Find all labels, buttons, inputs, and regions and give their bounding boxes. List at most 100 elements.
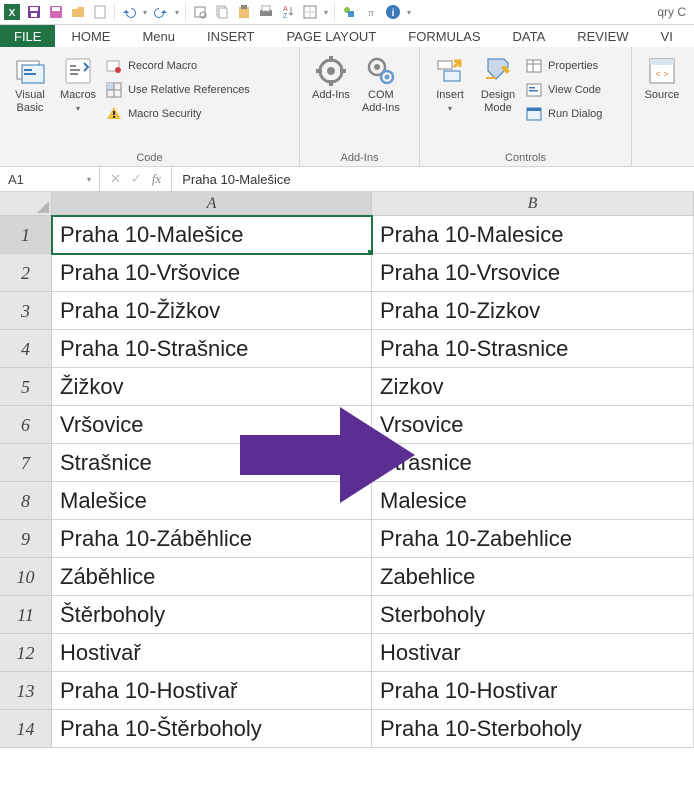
insert-control-button[interactable]: Insert ▾: [428, 53, 472, 115]
view-code-icon: [526, 82, 542, 98]
com-addins-button[interactable]: COM Add-Ins: [358, 53, 404, 116]
open-icon[interactable]: [70, 4, 86, 20]
name-box[interactable]: A1 ▾: [0, 167, 100, 191]
equation-icon[interactable]: π: [363, 4, 379, 20]
cell[interactable]: Malesice: [372, 482, 694, 520]
cell[interactable]: Praha 10-Štěrboholy: [52, 710, 372, 748]
redo-icon[interactable]: [153, 4, 169, 20]
borders-dropdown-icon[interactable]: ▾: [324, 8, 328, 17]
row-header[interactable]: 5: [0, 368, 52, 406]
cancel-formula-icon[interactable]: ✕: [110, 171, 121, 187]
cell[interactable]: Štěrboholy: [52, 596, 372, 634]
run-dialog-label: Run Dialog: [548, 108, 602, 120]
tab-data[interactable]: DATA: [497, 25, 562, 47]
cell[interactable]: Praha 10-Vršovice: [52, 254, 372, 292]
record-macro-button[interactable]: Record Macro: [104, 57, 252, 75]
cell[interactable]: Strašnice: [52, 444, 372, 482]
row-header[interactable]: 3: [0, 292, 52, 330]
tab-menu[interactable]: Menu: [126, 25, 191, 47]
cell[interactable]: Praha 10-Hostivař: [52, 672, 372, 710]
print-preview-icon[interactable]: [192, 4, 208, 20]
select-all-button[interactable]: [0, 192, 52, 216]
cell[interactable]: Praha 10-Záběhlice: [52, 520, 372, 558]
row-header[interactable]: 13: [0, 672, 52, 710]
cell[interactable]: Praha 10-Zabehlice: [372, 520, 694, 558]
cell[interactable]: Hostivař: [52, 634, 372, 672]
sort-icon[interactable]: AZ: [280, 4, 296, 20]
row-header[interactable]: 6: [0, 406, 52, 444]
cell[interactable]: Malešice: [52, 482, 372, 520]
paste-icon[interactable]: [236, 4, 252, 20]
addins-label: Add-Ins: [312, 89, 350, 102]
formula-bar-content[interactable]: Praha 10-Malešice: [172, 172, 300, 187]
macros-button[interactable]: Macros ▾: [56, 53, 100, 115]
save-icon[interactable]: [26, 4, 42, 20]
redo-dropdown-icon[interactable]: ▾: [175, 8, 179, 17]
row-header[interactable]: 2: [0, 254, 52, 292]
cell[interactable]: Zizkov: [372, 368, 694, 406]
cell[interactable]: Praha 10-Vrsovice: [372, 254, 694, 292]
addins-button[interactable]: Add-Ins: [308, 53, 354, 104]
run-dialog-button[interactable]: Run Dialog: [524, 105, 604, 123]
cell[interactable]: Sterboholy: [372, 596, 694, 634]
excel-icon[interactable]: X: [4, 4, 20, 20]
design-mode-button[interactable]: Design Mode: [476, 53, 520, 116]
properties-button[interactable]: Properties: [524, 57, 604, 75]
copy-icon[interactable]: [214, 4, 230, 20]
row-header[interactable]: 9: [0, 520, 52, 558]
cell[interactable]: Praha 10-Žižkov: [52, 292, 372, 330]
cell[interactable]: Praha 10-Malesice: [372, 216, 694, 254]
save-alt-icon[interactable]: [48, 4, 64, 20]
tab-page-layout[interactable]: PAGE LAYOUT: [270, 25, 392, 47]
row-header[interactable]: 4: [0, 330, 52, 368]
borders-icon[interactable]: [302, 4, 318, 20]
cell[interactable]: Záběhlice: [52, 558, 372, 596]
macro-security-button[interactable]: Macro Security: [104, 105, 252, 123]
qat-customize-icon[interactable]: ▾: [407, 8, 411, 17]
tab-formulas[interactable]: FORMULAS: [392, 25, 496, 47]
tab-insert[interactable]: INSERT: [191, 25, 270, 47]
use-relative-refs-icon: [106, 82, 122, 98]
row-header[interactable]: 7: [0, 444, 52, 482]
cell[interactable]: Praha 10-Malešice: [52, 216, 372, 254]
cell[interactable]: Praha 10-Strašnice: [52, 330, 372, 368]
tab-review[interactable]: REVIEW: [561, 25, 644, 47]
visual-basic-button[interactable]: Visual Basic: [8, 53, 52, 116]
use-relative-references-button[interactable]: Use Relative References: [104, 81, 252, 99]
insert-function-icon[interactable]: fx: [152, 171, 161, 187]
file-tab[interactable]: FILE: [0, 25, 55, 47]
row-header[interactable]: 1: [0, 216, 52, 254]
view-code-button[interactable]: View Code: [524, 81, 604, 99]
column-header-b[interactable]: B: [372, 192, 694, 216]
row-header[interactable]: 11: [0, 596, 52, 634]
shapes-icon[interactable]: [341, 4, 357, 20]
cell[interactable]: Praha 10-Zizkov: [372, 292, 694, 330]
print-icon[interactable]: [258, 4, 274, 20]
cell[interactable]: Praha 10-Sterboholy: [372, 710, 694, 748]
name-box-dropdown-icon[interactable]: ▾: [87, 175, 91, 184]
cell[interactable]: Zabehlice: [372, 558, 694, 596]
cell[interactable]: Praha 10-Hostivar: [372, 672, 694, 710]
tab-view[interactable]: VI: [645, 25, 677, 47]
com-addins-label: COM Add-Ins: [362, 89, 400, 114]
tab-home[interactable]: HOME: [55, 25, 126, 47]
cell[interactable]: Hostivar: [372, 634, 694, 672]
row-header[interactable]: 10: [0, 558, 52, 596]
svg-text:X: X: [9, 8, 16, 19]
cell[interactable]: Vrsovice: [372, 406, 694, 444]
row-header[interactable]: 12: [0, 634, 52, 672]
cell[interactable]: Vršovice: [52, 406, 372, 444]
info-icon[interactable]: i: [385, 4, 401, 20]
row-header[interactable]: 8: [0, 482, 52, 520]
column-header-a[interactable]: A: [52, 192, 372, 216]
source-button[interactable]: < > Source: [640, 53, 684, 104]
cell[interactable]: Žižkov: [52, 368, 372, 406]
design-mode-label: Design Mode: [481, 89, 515, 114]
undo-icon[interactable]: [121, 4, 137, 20]
confirm-formula-icon[interactable]: ✓: [131, 171, 142, 187]
cell[interactable]: Strasnice: [372, 444, 694, 482]
undo-dropdown-icon[interactable]: ▾: [143, 8, 147, 17]
cell[interactable]: Praha 10-Strasnice: [372, 330, 694, 368]
new-icon[interactable]: [92, 4, 108, 20]
row-header[interactable]: 14: [0, 710, 52, 748]
